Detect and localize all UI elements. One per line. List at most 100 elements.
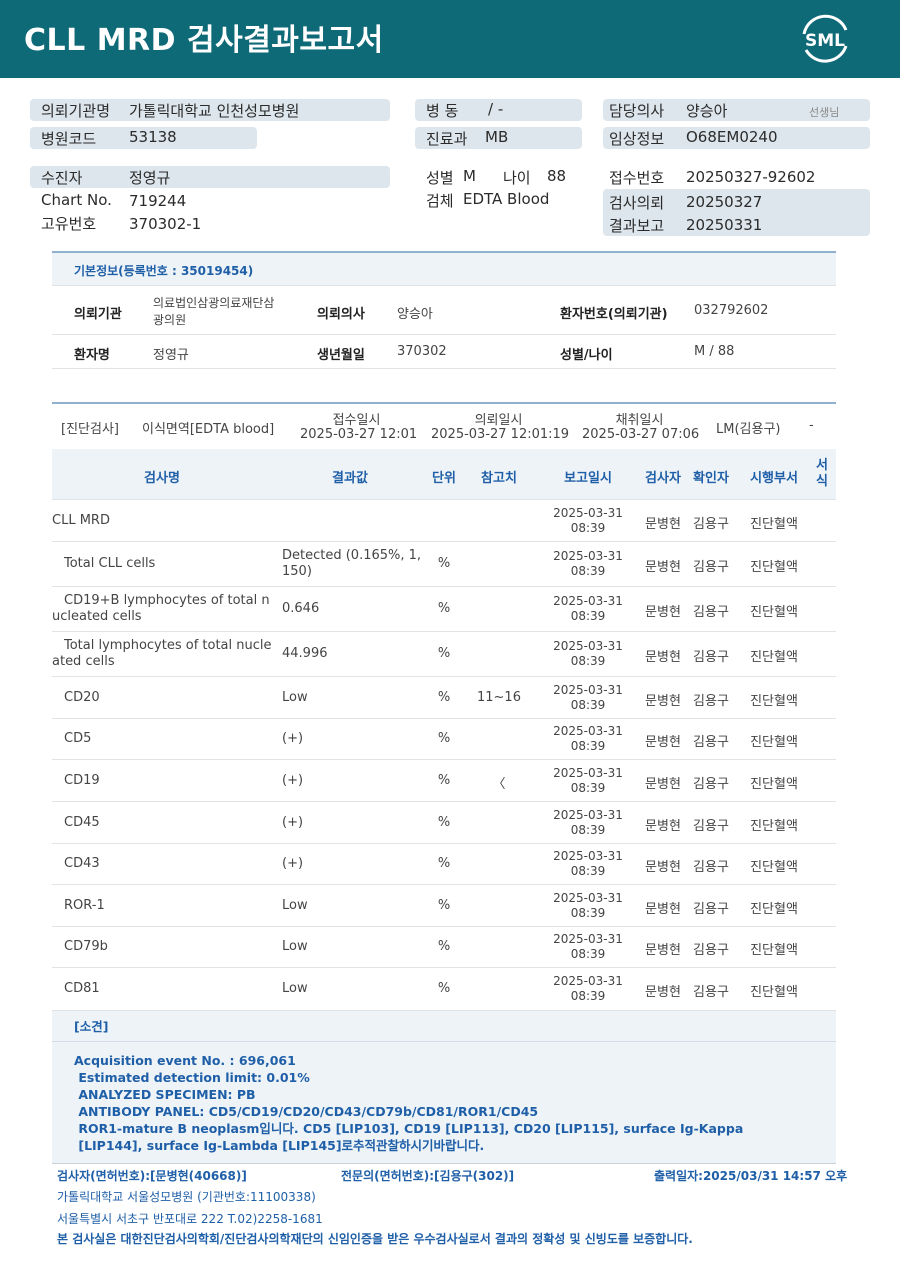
specimen-value: EDTA Blood xyxy=(463,190,550,208)
req-org-value: 가톨릭대학교 인천성모병원 xyxy=(129,102,300,120)
row-date: 2025-03-31 xyxy=(553,682,623,697)
row-divider xyxy=(52,541,836,542)
footer-printed: 출력일자:2025/03/31 14:57 오후 xyxy=(654,1169,848,1183)
report-header: CLL MRD 검사결과보고서 SML xyxy=(0,0,900,78)
chart-label: Chart No. xyxy=(41,191,112,209)
test-specimen: 이식면역[EDTA blood] xyxy=(142,422,275,437)
row-tester: 문병현 xyxy=(645,735,681,750)
row-divider xyxy=(52,676,836,677)
row-test-name: CD19 xyxy=(64,772,100,788)
row-date: 2025-03-31 xyxy=(553,724,623,738)
footer-tester: 검사자(면허번호):[문병현(40668)] xyxy=(57,1169,247,1183)
row-time: 08:39 xyxy=(570,609,606,623)
row-divider xyxy=(52,967,836,968)
report-value: 20250331 xyxy=(686,216,763,234)
row-dept: 진단혈액 xyxy=(750,860,798,875)
row-dept: 진단혈액 xyxy=(750,605,798,620)
row-result: 44.996 xyxy=(282,646,328,661)
sml-logo: SML xyxy=(802,14,848,63)
th-unit: 단위 xyxy=(432,471,456,486)
basic-dob-label: 생년월일 xyxy=(317,348,365,363)
comment-line: [LIP144], surface Ig-Lambda [LIP145]로추적관… xyxy=(74,1138,485,1153)
row-date: 2025-03-31 xyxy=(553,849,623,863)
request-time-value: 2025-03-27 12:01:19 xyxy=(431,427,570,442)
basic-name-label: 환자명 xyxy=(74,348,110,363)
basic-doctor-value: 양승아 xyxy=(397,307,433,322)
row-ref: 11~16 xyxy=(477,689,521,705)
row-time: 08:39 xyxy=(570,864,606,878)
row-divider xyxy=(52,759,836,760)
row-time: 08:39 xyxy=(570,822,606,837)
row-test-name: ROR-1 xyxy=(64,897,105,913)
th-name: 검사명 xyxy=(144,471,180,486)
basic-info-divider-2 xyxy=(52,334,836,335)
row-divider xyxy=(52,718,836,719)
row-tester: 문병현 xyxy=(645,860,681,875)
receipt-label: 접수번호 xyxy=(609,169,665,187)
row-divider xyxy=(52,843,836,844)
row-tester: 문병현 xyxy=(645,516,681,532)
row-dept: 진단혈액 xyxy=(750,560,798,575)
patient-pill xyxy=(30,166,390,188)
row-checker: 김용구 xyxy=(693,693,729,709)
row-time: 08:39 xyxy=(570,780,606,795)
footer-certification: 본 검사실은 대한진단검사의학회/진단검사의학재단의 신임인증을 받은 우수검사… xyxy=(57,1232,693,1246)
row-time: 08:39 xyxy=(570,697,606,712)
row-checker: 김용구 xyxy=(693,943,729,958)
dept-value: MB xyxy=(485,128,509,146)
row-date: 2025-03-31 xyxy=(553,505,623,520)
row-unit: % xyxy=(437,601,451,616)
row-checker: 김용구 xyxy=(693,860,729,875)
comment-title: [소견] xyxy=(74,1019,109,1034)
th-ref: 참고치 xyxy=(481,471,517,486)
patient-value: 정영규 xyxy=(129,169,171,187)
basic-org-value-1: 의료법인삼광의료재단삼 xyxy=(153,296,275,310)
lm-value: LM(김용구) xyxy=(716,422,781,437)
th-dept: 시행부서 xyxy=(750,471,798,486)
table-header-divider xyxy=(52,499,836,500)
clinical-label: 임상정보 xyxy=(609,130,665,148)
footer-divider xyxy=(52,1163,836,1164)
row-date: 2025-03-31 xyxy=(553,890,623,905)
chart-value: 719244 xyxy=(129,192,187,210)
row-dept: 진단혈액 xyxy=(750,943,798,958)
row-checker: 김용구 xyxy=(693,605,729,620)
uid-label: 고유번호 xyxy=(41,215,97,233)
row-dept: 진단혈액 xyxy=(750,693,798,709)
row-date: 2025-03-31 xyxy=(553,594,623,608)
receipt-value: 20250327-92602 xyxy=(686,168,816,186)
row-checker: 김용구 xyxy=(693,650,729,665)
row-ref: 〈 xyxy=(492,776,506,792)
receipt-time-value: 2025-03-27 12:01 xyxy=(300,427,418,442)
th-checker: 확인자 xyxy=(693,471,729,486)
row-result: 0.646 xyxy=(282,601,320,616)
row-unit: % xyxy=(437,981,451,996)
row-unit: % xyxy=(437,689,451,705)
basic-pid-label: 환자번호(의뢰기관) xyxy=(560,307,668,322)
row-time: 08:39 xyxy=(570,654,606,668)
row-dept: 진단혈액 xyxy=(750,818,798,834)
hosp-code-value: 53138 xyxy=(129,128,177,146)
row-date: 2025-03-31 xyxy=(553,807,623,822)
row-divider xyxy=(52,801,836,802)
row-test-name: CD5 xyxy=(64,731,92,746)
basic-sexage-value: M / 88 xyxy=(694,344,735,359)
row-checker: 김용구 xyxy=(693,516,729,532)
row-test-name: Total CLL cells xyxy=(64,556,156,571)
uid-value: 370302-1 xyxy=(129,215,202,233)
row-result: Low xyxy=(282,689,308,705)
sex-label: 성별 xyxy=(426,169,454,187)
row-checker: 김용구 xyxy=(693,776,729,792)
basic-org-label: 의뢰기관 xyxy=(74,307,122,322)
hosp-code-label: 병원코드 xyxy=(41,130,97,148)
footer-hospital: 가톨릭대학교 서울성모병원 (기관번호:11100338) xyxy=(57,1190,316,1204)
row-result: Low xyxy=(282,981,308,996)
row-test-name: CD45 xyxy=(64,814,100,830)
comment-line: ROR1-mature B neoplasm입니다. CD5 [LIP103],… xyxy=(74,1121,744,1136)
row-dept: 진단혈액 xyxy=(750,735,798,750)
row-dept: 진단혈액 xyxy=(750,516,798,532)
footer-specialist: 전문의(면허번호):[김용구(302)] xyxy=(341,1169,515,1183)
row-date: 2025-03-31 xyxy=(553,765,623,780)
row-result: (+) xyxy=(282,856,304,871)
comment-line: Estimated detection limit: 0.01% xyxy=(74,1070,310,1085)
